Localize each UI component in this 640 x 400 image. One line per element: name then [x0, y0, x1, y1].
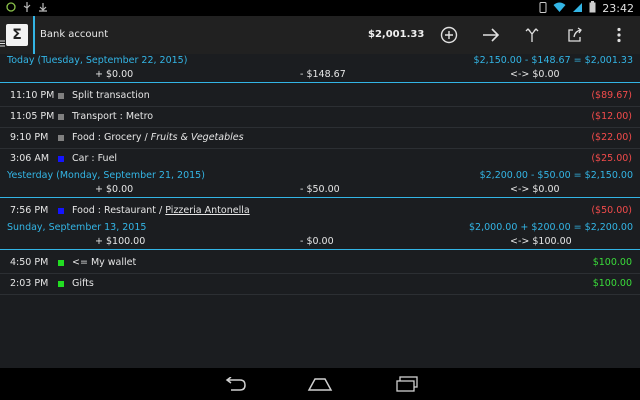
usb-icon	[22, 2, 32, 12]
group-expense: - $50.00	[300, 184, 340, 195]
back-icon	[225, 377, 246, 391]
category-color	[58, 156, 64, 162]
transaction-row[interactable]: 7:56 PM Food : Restaurant / Pizzeria Ant…	[0, 201, 640, 221]
share-button[interactable]	[562, 22, 588, 48]
transaction-amount: ($22.00)	[591, 132, 632, 143]
group-date: Yesterday (Monday, September 21, 2015)	[7, 170, 205, 181]
add-button[interactable]	[436, 22, 462, 48]
group-income: + $0.00	[95, 184, 134, 195]
transaction-amount: ($12.00)	[591, 111, 632, 122]
home-button[interactable]	[303, 372, 337, 396]
transaction-category: Food : Restaurant / Pizzeria Antonella	[72, 205, 250, 216]
account-title[interactable]: Bank account	[40, 16, 108, 54]
battery-icon	[589, 1, 596, 16]
clock: 23:42	[602, 2, 634, 15]
group-transfer: <-> $100.00	[510, 236, 572, 247]
transaction-row[interactable]: 11:05 PM Transport : Metro ($12.00)	[0, 107, 640, 128]
drawer-indicator-icon	[0, 32, 5, 51]
transaction-subcategory: Fruits & Vegetables	[150, 132, 244, 143]
transaction-time: 11:05 PM	[10, 111, 55, 122]
transaction-amount: $100.00	[592, 278, 632, 289]
transaction-list[interactable]: Today (Tuesday, September 22, 2015) $2,1…	[0, 54, 640, 368]
transaction-row[interactable]: 3:06 AM Car : Fuel ($25.00)	[0, 149, 640, 169]
date-group-header: Today (Tuesday, September 22, 2015) $2,1…	[0, 54, 640, 83]
transaction-category: Car : Fuel	[72, 153, 118, 164]
transaction-amount: ($89.67)	[591, 90, 632, 101]
signal-icon	[572, 2, 583, 16]
transaction-amount: $100.00	[592, 257, 632, 268]
group-expense: - $0.00	[300, 236, 334, 247]
transaction-row[interactable]: 2:03 PM Gifts $100.00	[0, 274, 640, 295]
transaction-time: 2:03 PM	[10, 278, 49, 289]
group-expense: - $148.67	[300, 69, 346, 80]
action-bar-divider	[33, 16, 35, 54]
transfer-icon	[483, 28, 500, 42]
back-button[interactable]	[218, 372, 252, 396]
transaction-category: Food : Grocery / Fruits & Vegetables	[72, 132, 244, 143]
group-transfer: <-> $0.00	[510, 184, 560, 195]
action-bar: Σ Bank account $2,001.33	[0, 16, 640, 54]
home-icon	[307, 378, 333, 391]
transaction-time: 3:06 AM	[10, 153, 50, 164]
transaction-row[interactable]: 4:50 PM <= My wallet $100.00	[0, 253, 640, 274]
group-income: + $100.00	[95, 236, 146, 247]
share-icon	[568, 27, 582, 42]
transaction-time: 9:10 PM	[10, 132, 49, 143]
category-color	[58, 114, 64, 120]
navigation-bar	[0, 368, 640, 400]
status-bar: 23:42	[0, 0, 640, 16]
app-logo-icon: Σ	[6, 24, 28, 46]
download-icon	[38, 2, 48, 12]
transaction-category: Split transaction	[72, 90, 150, 101]
transaction-category: Transport : Metro	[72, 111, 154, 122]
group-date: Sunday, September 13, 2015	[7, 222, 147, 233]
transfer-button[interactable]	[478, 22, 504, 48]
group-date: Today (Tuesday, September 22, 2015)	[7, 55, 188, 66]
transaction-payee: Pizzeria Antonella	[165, 205, 250, 216]
group-balance-calc: $2,000.00 + $200.00 = $2,200.00	[469, 222, 633, 233]
date-group-header: Yesterday (Monday, September 21, 2015) $…	[0, 169, 640, 198]
transaction-category: <= My wallet	[72, 257, 137, 268]
category-color	[58, 260, 64, 266]
category-color	[58, 281, 64, 287]
transaction-amount: ($50.00)	[591, 205, 632, 216]
transaction-category: Gifts	[72, 278, 94, 289]
recent-apps-button[interactable]	[390, 372, 424, 396]
group-transfer: <-> $0.00	[510, 69, 560, 80]
transaction-amount: ($25.00)	[591, 153, 632, 164]
transaction-time: 7:56 PM	[10, 205, 49, 216]
android-debug-icon	[6, 2, 16, 12]
overflow-menu-button[interactable]	[606, 22, 632, 48]
group-balance-calc: $2,150.00 - $148.67 = $2,001.33	[473, 55, 633, 66]
transaction-time: 4:50 PM	[10, 257, 49, 268]
split-icon	[525, 28, 539, 42]
wifi-icon	[553, 2, 566, 16]
date-group-header: Sunday, September 13, 2015 $2,000.00 + $…	[0, 221, 640, 250]
overflow-menu-icon	[617, 27, 621, 43]
vibrate-icon	[539, 1, 547, 16]
category-color	[58, 135, 64, 141]
group-income: + $0.00	[95, 69, 134, 80]
category-color	[58, 208, 64, 214]
add-icon	[440, 26, 458, 44]
group-balance-calc: $2,200.00 - $50.00 = $2,150.00	[479, 170, 633, 181]
account-balance: $2,001.33	[368, 29, 425, 40]
recent-apps-icon	[396, 376, 418, 392]
transaction-time: 11:10 PM	[10, 90, 55, 101]
category-color	[58, 93, 64, 99]
transaction-row[interactable]: 11:10 PM Split transaction ($89.67)	[0, 86, 640, 107]
app-home-button[interactable]: Σ	[0, 16, 34, 54]
split-button[interactable]	[519, 22, 545, 48]
transaction-row[interactable]: 9:10 PM Food : Grocery / Fruits & Vegeta…	[0, 128, 640, 149]
